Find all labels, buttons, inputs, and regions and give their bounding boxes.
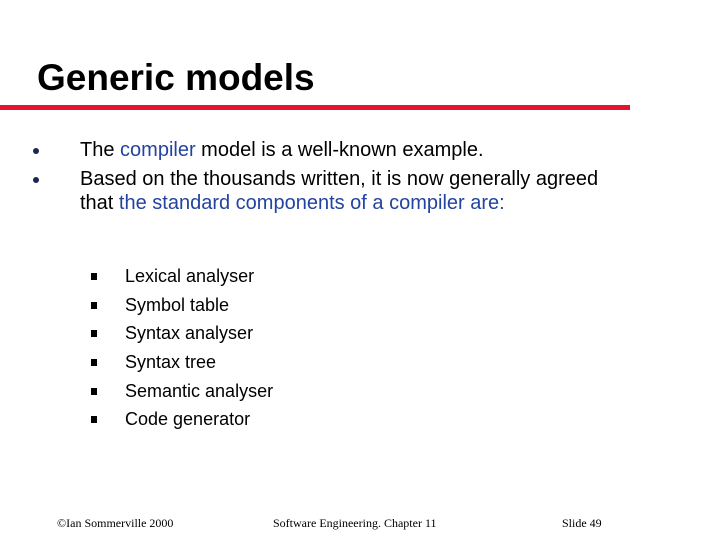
bullet-item: Based on the thousands written, it is no… xyxy=(0,167,620,215)
square-bullet-icon xyxy=(91,387,97,395)
footer-course-title: Software Engineering. Chapter 11 xyxy=(273,516,437,530)
main-bullet-list: The compiler model is a well-known examp… xyxy=(0,138,720,215)
sub-bullet-text: Symbol table xyxy=(125,294,230,315)
sub-bullet-text: Syntax tree xyxy=(125,352,217,373)
square-bullet-icon xyxy=(91,416,97,424)
sub-bullet-text: Semantic analyser xyxy=(125,380,274,401)
sub-bullet-text: Syntax analyser xyxy=(125,323,254,344)
bullet-item: The compiler model is a well-known examp… xyxy=(0,138,620,162)
square-bullet-icon xyxy=(91,273,97,280)
sub-bullet-item: Syntax tree xyxy=(0,348,273,377)
title-underline-divider xyxy=(0,105,630,110)
sub-bullet-item: Syntax analyser xyxy=(0,319,273,348)
sub-bullet-text: Lexical analyser xyxy=(125,266,255,286)
bullet-dot-icon xyxy=(33,148,39,154)
sub-bullet-item: Code generator xyxy=(0,405,273,434)
slide-title: Generic models xyxy=(37,57,315,98)
bullet-text-segment: model is a well-known example. xyxy=(195,139,484,161)
footer-copyright: ©Ian Sommerville 2000 xyxy=(57,516,174,530)
bullet-text-segment: The xyxy=(80,139,121,161)
square-bullet-icon xyxy=(91,301,97,309)
square-bullet-icon xyxy=(91,359,97,367)
sub-bullet-item: Symbol table xyxy=(0,291,273,320)
footer-slide-number: Slide 49 xyxy=(562,516,602,530)
compiler-components-list: Lexical analyser Symbol table Syntax ana… xyxy=(0,262,273,434)
sub-bullet-item: Semantic analyser xyxy=(0,377,273,406)
highlighted-term: compiler xyxy=(120,139,196,161)
square-bullet-icon xyxy=(91,330,97,338)
bullet-dot-icon xyxy=(33,177,39,183)
highlighted-term: the standard components of a compiler ar… xyxy=(118,192,505,214)
sub-bullet-item: Lexical analyser xyxy=(0,262,273,291)
sub-bullet-text: Code generator xyxy=(125,409,251,430)
